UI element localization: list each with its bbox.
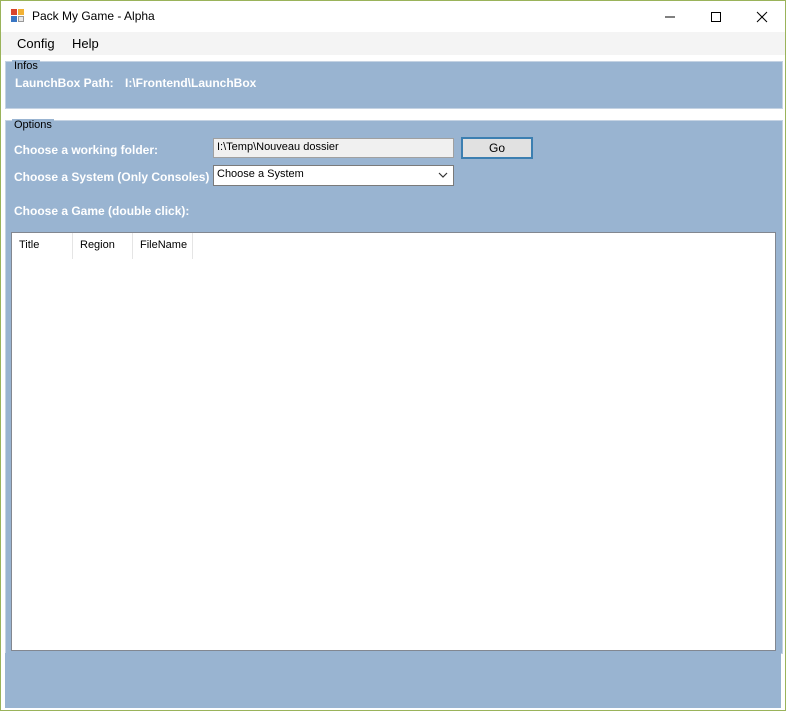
launchbox-path-value: I:\Frontend\LaunchBox (125, 76, 257, 90)
bottom-panel (5, 653, 781, 708)
client-area: Infos LaunchBox Path: I:\Frontend\Launch… (1, 55, 785, 710)
close-button[interactable] (739, 1, 785, 32)
games-list[interactable]: Title Region FileName (11, 232, 776, 651)
system-select-value: Choose a System (217, 168, 304, 180)
system-select[interactable]: Choose a System (213, 165, 454, 186)
game-label: Choose a Game (double click): (14, 204, 190, 218)
system-label: Choose a System (Only Consoles) (14, 170, 210, 184)
working-folder-label: Choose a working folder: (14, 143, 159, 157)
options-group: Options Choose a working folder: I:\Temp… (5, 119, 783, 654)
infos-legend: Infos (12, 60, 40, 72)
minimize-button[interactable] (647, 1, 693, 32)
menu-help[interactable]: Help (72, 36, 99, 51)
maximize-icon (711, 11, 721, 22)
window-title: Pack My Game - Alpha (32, 9, 155, 23)
column-region[interactable]: Region (73, 233, 133, 259)
infos-group: Infos LaunchBox Path: I:\Frontend\Launch… (5, 60, 783, 109)
options-legend: Options (12, 119, 54, 131)
working-folder-input[interactable]: I:\Temp\Nouveau dossier (213, 138, 454, 158)
maximize-button[interactable] (693, 1, 739, 32)
chevron-down-icon (438, 172, 448, 178)
minimize-icon (665, 16, 675, 17)
main-window: Pack My Game - Alpha Config Help Infos L… (0, 0, 786, 711)
column-filename[interactable]: FileName (133, 233, 193, 259)
close-icon (756, 11, 768, 22)
menu-bar: Config Help (1, 32, 785, 55)
menu-config[interactable]: Config (17, 36, 55, 51)
launchbox-path-label: LaunchBox Path: (15, 76, 114, 90)
go-button[interactable]: Go (461, 137, 533, 159)
app-icon (11, 9, 25, 23)
column-title[interactable]: Title (12, 233, 73, 259)
title-bar[interactable]: Pack My Game - Alpha (1, 1, 785, 32)
